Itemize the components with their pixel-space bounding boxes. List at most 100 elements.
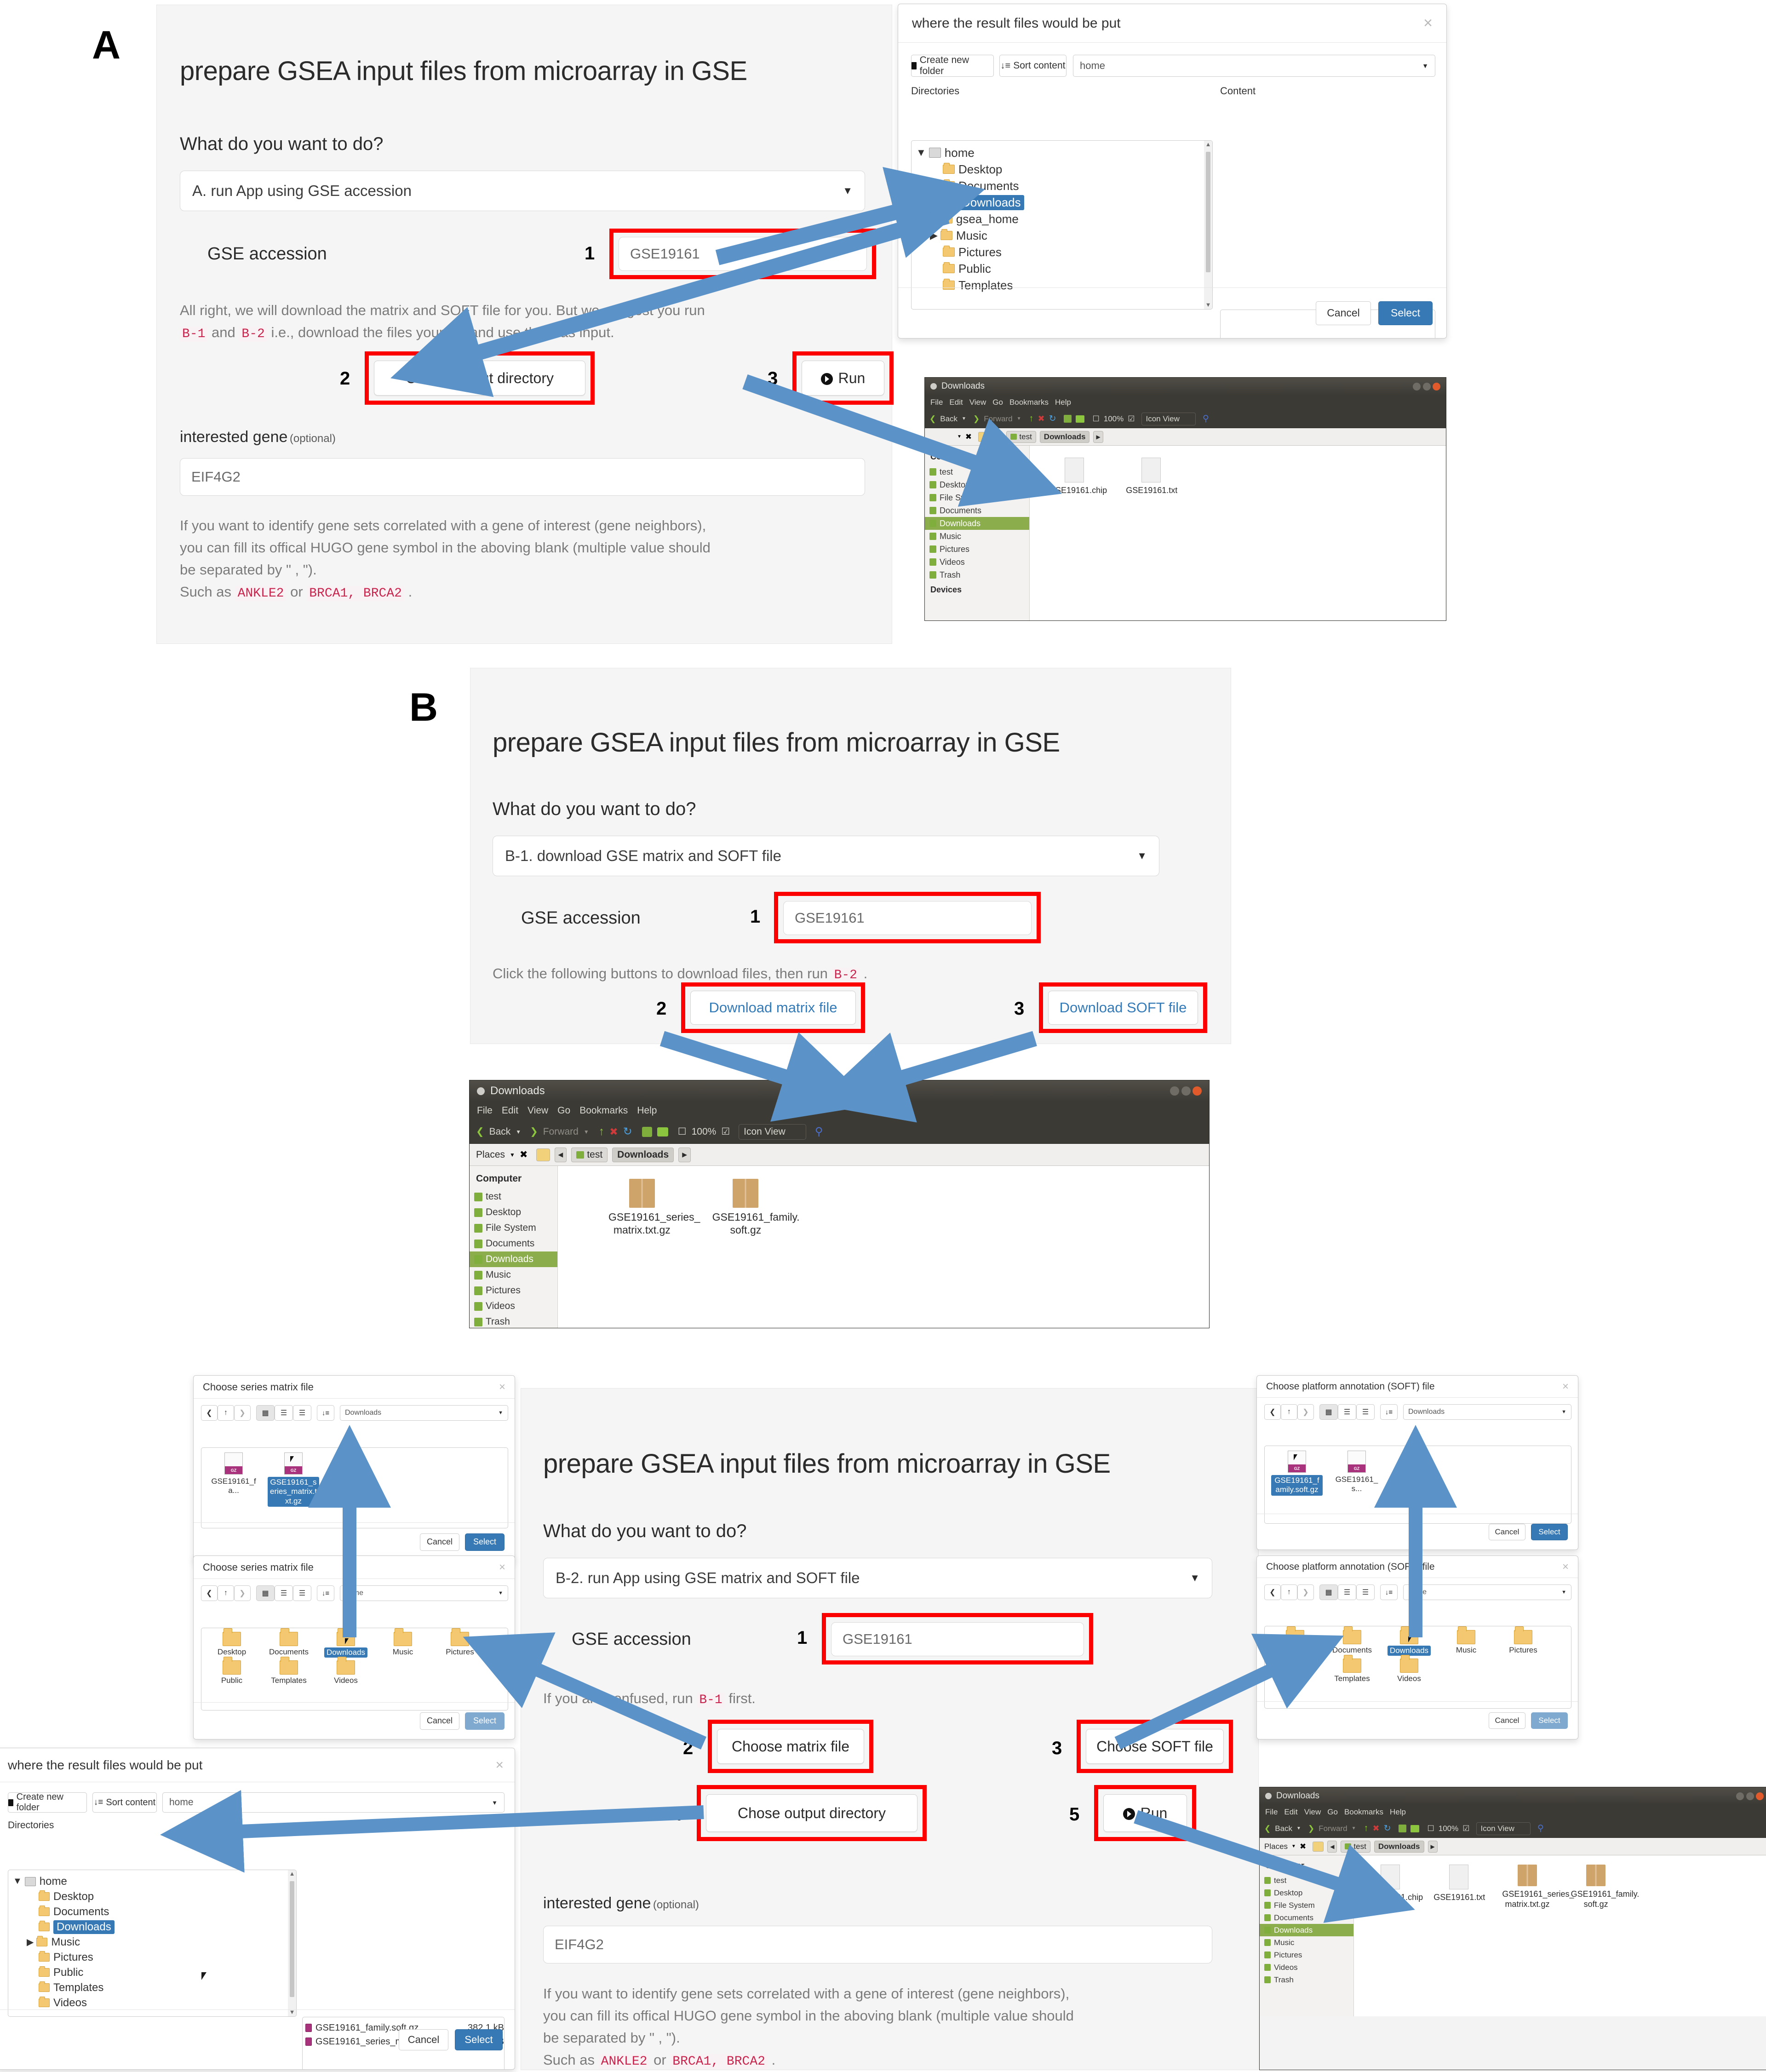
view-grid-button[interactable]: ▦ [1319, 1404, 1338, 1420]
sidebar[interactable]: Computer test Desktop File System Documents… [470, 1166, 558, 1328]
forward-label[interactable]: Forward [1319, 1824, 1347, 1833]
tree-item-desktop[interactable]: Desktop [8, 1889, 296, 1904]
sidebar-item-file-system[interactable]: File System [470, 1220, 557, 1236]
close-button[interactable] [1756, 1792, 1764, 1800]
tree-item-downloads[interactable]: Downloads [912, 194, 1212, 211]
choose-output-directory-button[interactable]: Chose output directory [374, 361, 585, 396]
folder-tile-pictures[interactable]: Pictures [438, 1628, 482, 1658]
folder-tile-downloads[interactable]: Downloads [324, 1628, 368, 1658]
nav-back-button[interactable]: ❮ [1264, 1584, 1281, 1600]
toolbar[interactable]: ❮ Back ▼ ❯ Forward ▼ ↑ ✖ ↻ ☐ 100% ☑ Icon… [925, 410, 1446, 428]
sidebar[interactable]: Computer test Desktop File System Documents… [1260, 1855, 1354, 2016]
nav-forward-button[interactable]: ❯ [234, 1405, 251, 1421]
task-select[interactable]: A. run App using GSE accession ▼ [180, 171, 865, 211]
sidebar[interactable]: Computer test Desktop File System Documents… [925, 446, 1030, 620]
breadcrumb-current[interactable]: Downloads [1374, 1840, 1424, 1853]
interested-gene-input[interactable]: EIF4G2 [180, 458, 865, 496]
sidebar-item-downloads[interactable]: Downloads [470, 1251, 557, 1267]
tree-item-pictures[interactable]: Pictures [8, 1950, 296, 1965]
menu-item-go[interactable]: Go [1327, 1808, 1338, 1817]
file-list-a[interactable]: GSE19161.chip GSE19161.txt [1030, 446, 1446, 620]
file-tile[interactable]: GZ GSE19161_series_matrix.txt.gz [268, 1452, 319, 1507]
breadcrumb-next-icon[interactable]: ▶ [678, 1147, 691, 1162]
edit-path-icon[interactable] [978, 431, 990, 442]
view-list-button[interactable]: ☰ [1338, 1404, 1356, 1420]
sort-button[interactable]: ↓≡ [1380, 1584, 1398, 1600]
nav-up-button[interactable]: ↑ [218, 1405, 234, 1421]
file-grid[interactable]: GZ GSE19161_fa... GZ GSE19161_series_matrix… [201, 1447, 508, 1528]
places-dropdown-icon[interactable]: ▼ [957, 434, 962, 439]
zoom-out-icon[interactable]: ☐ [678, 1126, 687, 1137]
nav-back-button[interactable]: ❮ [201, 1585, 218, 1601]
choose-output-directory-button[interactable]: Chose output directory [706, 1794, 917, 1832]
select-button[interactable]: Select [1531, 1523, 1568, 1540]
download-soft-button[interactable]: Download SOFT file [1048, 991, 1198, 1025]
task-select[interactable]: B-1. download GSE matrix and SOFT file ▼ [493, 836, 1159, 876]
toolbar[interactable]: ❮ Back ▼ ❯ Forward ▼ ↑ ✖ ↻ ☐ 100% ☑ Icon… [1260, 1819, 1766, 1838]
zoom-in-icon[interactable]: ☑ [1462, 1824, 1469, 1833]
sidebar-item-music[interactable]: Music [925, 530, 1029, 543]
sidebar-item-desktop[interactable]: Desktop [1260, 1887, 1353, 1899]
scrollbar-thumb[interactable] [1206, 152, 1210, 272]
path-select[interactable]: home ▼ [1073, 55, 1435, 77]
nav-up-button[interactable]: ↑ [1281, 1584, 1297, 1600]
breadcrumb-current[interactable]: Downloads [1039, 430, 1090, 443]
select-button[interactable]: Select [465, 1533, 505, 1551]
back-label[interactable]: Back [940, 414, 958, 424]
window-controls[interactable] [1736, 1792, 1764, 1802]
close-icon[interactable]: × [499, 1561, 505, 1574]
sidebar-item-videos[interactable]: Videos [925, 556, 1029, 568]
tree-item-videos[interactable]: Videos [8, 1995, 296, 2010]
file-tile[interactable]: GSE19161_family. soft.gz [1571, 1865, 1639, 1909]
reload-icon[interactable]: ↻ [1049, 413, 1056, 424]
view-detail-button[interactable]: ☰ [293, 1405, 311, 1421]
sidebar-item-downloads[interactable]: Downloads [925, 517, 1029, 530]
forward-dropdown-icon[interactable]: ▼ [1017, 416, 1021, 421]
close-icon[interactable]: × [1423, 14, 1433, 32]
view-list-button[interactable]: ☰ [275, 1585, 293, 1601]
zoom-in-icon[interactable]: ☑ [721, 1126, 730, 1137]
stop-icon[interactable]: ✖ [1372, 1824, 1379, 1833]
run-button[interactable]: Run [1103, 1794, 1187, 1832]
zoom-in-icon[interactable]: ☑ [1128, 414, 1135, 424]
folder-tile-desktop[interactable]: Desktop [210, 1628, 254, 1658]
sidebar-item-documents[interactable]: Documents [925, 504, 1029, 517]
forward-label[interactable]: Forward [984, 414, 1012, 424]
forward-button[interactable]: ❯ [1308, 1824, 1314, 1833]
folder-tile-templates[interactable]: Templates [1330, 1655, 1374, 1683]
file-list-b[interactable]: GSE19161_series_ matrix.txt.gz GSE19161_f… [558, 1166, 1209, 1328]
up-icon[interactable]: ↑ [1364, 1823, 1368, 1834]
select-button[interactable]: Select [1378, 301, 1433, 325]
tree-item-home[interactable]: ▼ home [8, 1874, 296, 1889]
menu-item-bookmarks[interactable]: Bookmarks [1009, 398, 1049, 407]
forward-label[interactable]: Forward [543, 1126, 579, 1137]
menu-item-view[interactable]: View [969, 398, 986, 407]
file-tile[interactable]: GZ GSE19161_family.soft.gz [1271, 1451, 1323, 1496]
back-dropdown-icon[interactable]: ▼ [1296, 1826, 1301, 1831]
window-controls[interactable] [1413, 383, 1440, 393]
menu-item-bookmarks[interactable]: Bookmarks [1344, 1808, 1383, 1817]
select-button[interactable]: Select [465, 1712, 505, 1730]
view-mode-select[interactable]: Icon View [1476, 1822, 1531, 1835]
reload-icon[interactable]: ↻ [623, 1125, 632, 1138]
back-dropdown-icon[interactable]: ▼ [516, 1129, 521, 1135]
computer-icon[interactable] [1076, 415, 1085, 423]
sidebar-item-file-system[interactable]: File System [1260, 1899, 1353, 1911]
edit-path-icon[interactable] [1313, 1841, 1324, 1852]
places-close-icon[interactable]: ✖ [1300, 1842, 1306, 1851]
sidebar-item-trash[interactable]: Trash [470, 1314, 557, 1330]
twisty-right-icon[interactable]: ▶ [27, 1936, 34, 1948]
tree-item-downloads[interactable]: Downloads [8, 1919, 296, 1934]
folder-tile-music[interactable]: Music [1444, 1626, 1488, 1656]
choose-soft-file-button[interactable]: Choose SOFT file [1086, 1729, 1224, 1764]
gse-accession-input[interactable]: GSE19161 [619, 237, 867, 271]
select-button[interactable]: Select [1531, 1712, 1568, 1729]
view-mode-select[interactable]: Icon View [739, 1124, 806, 1140]
chooser-path-select[interactable]: Downloads ▼ [340, 1405, 508, 1421]
gse-accession-input[interactable]: GSE19161 [831, 1622, 1084, 1656]
tree-item-home[interactable]: ▼ home [912, 144, 1212, 161]
menu-item-edit[interactable]: Edit [1284, 1808, 1297, 1817]
sort-button[interactable]: ↓≡ [317, 1405, 334, 1421]
edit-path-icon[interactable] [536, 1148, 550, 1161]
minimize-button[interactable] [1413, 383, 1421, 390]
